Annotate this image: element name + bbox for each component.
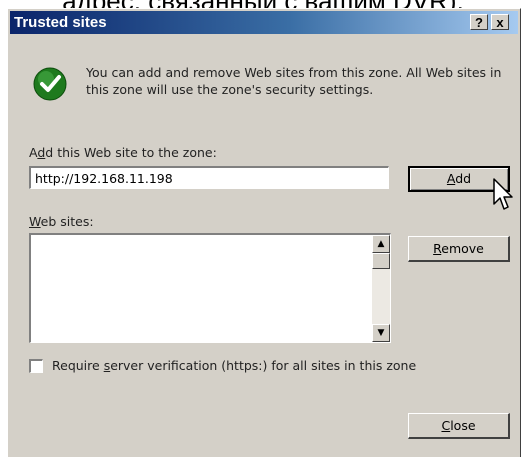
remove-button[interactable]: Remove (408, 236, 510, 262)
scroll-thumb[interactable] (372, 253, 390, 269)
checkmark-icon (33, 67, 67, 101)
server-verification-checkbox[interactable] (29, 359, 43, 373)
list-scrollbar[interactable]: ▲ ▼ (372, 235, 390, 342)
zone-info-text: You can add and remove Web sites from th… (86, 65, 502, 97)
close-button[interactable]: Close (408, 413, 510, 439)
close-window-button[interactable]: x (491, 14, 509, 30)
title-bar[interactable]: Trusted sites ? x (10, 11, 518, 34)
trusted-sites-dialog: Trusted sites ? x You can add and remove… (7, 8, 521, 457)
help-button[interactable]: ? (470, 14, 488, 30)
web-sites-label: Web sites: (29, 214, 94, 229)
site-url-input[interactable] (29, 166, 389, 189)
scroll-up-arrow-icon[interactable]: ▲ (372, 235, 390, 253)
window-title: Trusted sites (14, 14, 107, 31)
server-verification-label[interactable]: Require server verification (https:) for… (52, 358, 416, 373)
mouse-pointer-icon (493, 178, 513, 210)
scroll-down-arrow-icon[interactable]: ▼ (372, 324, 390, 342)
add-site-label: Add this Web site to the zone: (29, 145, 217, 160)
web-sites-list[interactable]: ▲ ▼ (29, 233, 391, 343)
